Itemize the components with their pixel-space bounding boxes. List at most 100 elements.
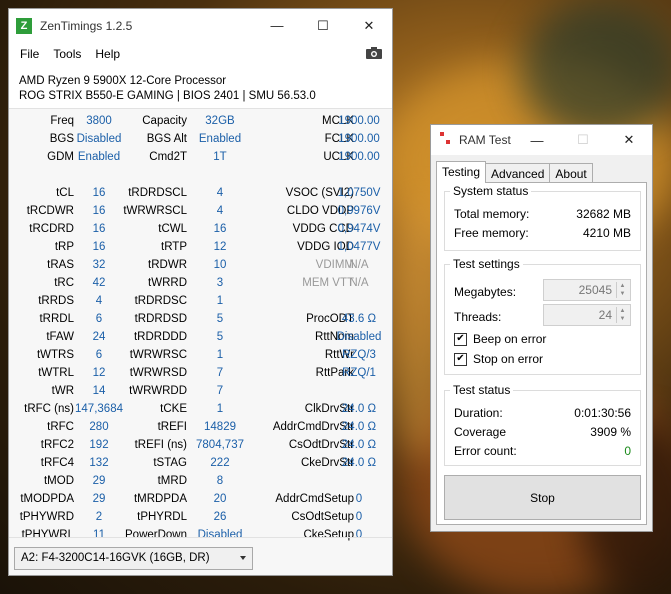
beep-on-error-label: Beep on error	[473, 332, 547, 346]
timing-value: 6	[95, 313, 103, 325]
timing-value: 1	[216, 349, 224, 361]
ramtest-minimize-button[interactable]: —	[514, 125, 560, 155]
free-memory-value: 4210 MB	[582, 226, 631, 240]
error-count-value: 0	[624, 444, 631, 458]
memory-module-select[interactable]: A2: F4-3200C14-16GVK (16GB, DR)	[14, 547, 253, 570]
test-settings-title: Test settings	[450, 257, 523, 271]
megabytes-value: 25045	[578, 283, 612, 297]
coverage-label: Coverage	[454, 425, 507, 439]
timing-label: PowerDown	[125, 529, 187, 541]
timing-label: Capacity	[142, 115, 187, 127]
timing-value: 147,3684	[75, 403, 123, 415]
ramtest-title-bar[interactable]: RAM Test — ☐ ✕	[431, 125, 652, 155]
timing-value: Disabled	[76, 133, 122, 145]
close-button[interactable]: ✕	[346, 9, 392, 42]
timing-value: 7804,737	[196, 439, 244, 451]
threads-input[interactable]: 24 ▲ ▼	[543, 304, 631, 326]
cpu-name: AMD Ryzen 9 5900X 12-Core Processor	[19, 75, 227, 87]
tab-about[interactable]: About	[549, 163, 593, 183]
divider	[9, 537, 392, 538]
menu-file[interactable]: File	[13, 47, 46, 61]
timing-label: GDM	[47, 151, 74, 163]
timing-label: tWRWRSCL	[123, 205, 187, 217]
megabytes-input[interactable]: 25045 ▲ ▼	[543, 279, 631, 301]
setting-value: RZQ/1	[342, 367, 376, 379]
timing-value: 16	[92, 223, 106, 235]
system-status-group: System status Total memory: 32682 MB Fre…	[444, 184, 641, 251]
setting-label: VDIMM	[315, 259, 354, 271]
timing-row	[9, 167, 392, 185]
threads-value: 24	[598, 308, 612, 322]
timing-value: 32	[92, 259, 106, 271]
menu-help[interactable]: Help	[88, 47, 127, 61]
setting-value: 0	[355, 511, 363, 523]
tab-testing[interactable]: Testing	[436, 161, 487, 183]
timing-row: Freq 3800 Capacity 32GB MCLK 1900.00	[9, 113, 392, 131]
timing-value: 3800	[86, 115, 112, 127]
timing-value: 4	[216, 187, 224, 199]
title-bar[interactable]: Z ZenTimings 1.2.5 — ☐ ✕	[9, 9, 392, 42]
timing-label: tRP	[54, 241, 74, 253]
timing-value: 14	[92, 385, 106, 397]
timing-value: 5	[216, 331, 224, 343]
timing-row: tRFC (ns) 147,3684 tCKE 1 ClkDrvStr 24.0 Ω	[9, 401, 392, 419]
ramtest-close-button[interactable]: ✕	[606, 125, 652, 155]
timing-row: tMOD 29 tMRD 8	[9, 473, 392, 491]
testing-panel: System status Total memory: 32682 MB Fre…	[436, 182, 647, 525]
timing-label: tRFC4	[40, 457, 74, 469]
timing-label: tCWL	[158, 223, 187, 235]
timing-value: 29	[92, 475, 106, 487]
timing-value: 32GB	[205, 115, 235, 127]
ramtest-maximize-button: ☐	[577, 132, 589, 147]
timing-value: 11	[93, 529, 105, 541]
setting-label: CkeSetup	[303, 529, 354, 541]
setting-value: 0	[355, 529, 363, 541]
timing-value: 26	[213, 511, 227, 523]
timing-label: tPHYRDL	[137, 511, 187, 523]
timing-row: tRRDS 4 tRDRDSC 1	[9, 293, 392, 311]
timing-label: tRFC (ns)	[24, 403, 74, 415]
menu-tools[interactable]: Tools	[46, 47, 88, 61]
timing-label: tRRDL	[39, 313, 74, 325]
total-memory-value: 32682 MB	[576, 207, 631, 221]
setting-value: N/A	[349, 259, 369, 271]
timing-label: tWRWRSD	[129, 367, 187, 379]
setting-value: 24.0 Ω	[341, 403, 377, 415]
beep-on-error-checkbox[interactable]: ✔ Beep on error	[454, 331, 546, 347]
timing-value: 1	[216, 403, 224, 415]
setting-value: 43.6 Ω	[341, 313, 377, 325]
maximize-button[interactable]: ☐	[300, 9, 346, 42]
tab-advanced[interactable]: Advanced	[485, 163, 551, 183]
camera-icon[interactable]	[365, 46, 383, 60]
module-selected: A2: F4-3200C14-16GVK (16GB, DR)	[21, 552, 210, 564]
setting-value: 24.0 Ω	[341, 457, 377, 469]
timing-label: BGS Alt	[146, 133, 187, 145]
timing-value: 3	[216, 277, 224, 289]
timing-value: 222	[210, 457, 230, 469]
timing-label: tRRDS	[38, 295, 74, 307]
minimize-button[interactable]: —	[254, 9, 300, 42]
timing-row: GDM Enabled Cmd2T 1T UCLK 1900.00	[9, 149, 392, 167]
timing-row: tRP 16 tRTP 12 VDDG IOD 1,0477V	[9, 239, 392, 257]
error-count-label: Error count:	[454, 444, 517, 458]
megabytes-spinner[interactable]: ▲ ▼	[616, 282, 628, 298]
test-settings-group: Test settings Megabytes: 25045 ▲ ▼ Thread…	[444, 257, 641, 375]
stop-button[interactable]: Stop	[444, 475, 641, 520]
stop-on-error-checkbox[interactable]: ✔ Stop on error	[454, 351, 543, 367]
stop-on-error-label: Stop on error	[473, 352, 544, 366]
system-info: AMD Ryzen 9 5900X 12-Core Processor ROG …	[9, 66, 392, 109]
chevron-down-icon	[240, 556, 246, 560]
timing-label: tWRWRSC	[129, 349, 187, 361]
timing-value: 16	[92, 205, 106, 217]
ramtest-title: RAM Test	[459, 133, 511, 147]
timing-value: 16	[92, 187, 106, 199]
setting-value: 24.0 Ω	[341, 439, 377, 451]
timing-value: Enabled	[198, 133, 242, 145]
timing-label: tPHYWRD	[19, 511, 74, 523]
timing-value: 16	[92, 241, 106, 253]
setting-label: MEM VTT	[302, 277, 354, 289]
timing-label: tREFI	[157, 421, 187, 433]
timing-row: tWR 14 tWRWRDD 7	[9, 383, 392, 401]
timing-value: 42	[92, 277, 106, 289]
threads-spinner[interactable]: ▲ ▼	[616, 307, 628, 323]
